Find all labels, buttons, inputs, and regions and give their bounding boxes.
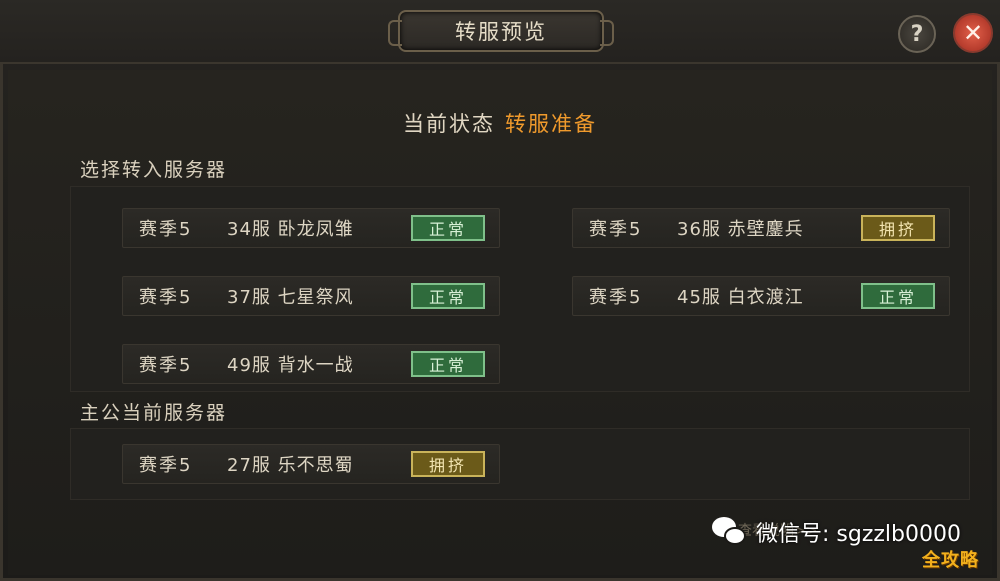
site-logo: 全攻略 [922,550,979,571]
help-button[interactable]: ? [898,15,936,53]
status-badge: 正常 [411,351,485,377]
server-name: 49服 背水一战 [227,355,354,376]
dialog-title: 转服预览 [388,10,614,52]
status-badge: 正常 [411,283,485,309]
status-value: 转服准备 [505,112,597,136]
watermark-text: 微信号: sgzzlb0000 [756,522,961,547]
season-label: 赛季5 [139,455,193,476]
server-name: 36服 赤壁鏖兵 [677,219,804,240]
status-badge: 正常 [861,283,935,309]
server-row-45[interactable]: 赛季5 45服 白衣渡江 正常 [572,276,950,316]
season-label: 赛季5 [139,355,193,376]
server-name: 34服 卧龙凤雏 [227,219,354,240]
season-label: 赛季5 [589,219,643,240]
wechat-icon [712,517,748,547]
server-row-34[interactable]: 赛季5 34服 卧龙凤雏 正常 [122,208,500,248]
server-row-49[interactable]: 赛季5 49服 背水一战 正常 [122,344,500,384]
server-name: 27服 乐不思蜀 [227,455,354,476]
server-name: 37服 七星祭风 [227,287,354,308]
current-section-title: 主公当前服务器 [80,402,228,424]
server-name: 45服 白衣渡江 [677,287,804,308]
transfer-status: 当前状态 转服准备 [0,108,1000,138]
watermark: 微信号: sgzzlb0000 [712,516,961,548]
status-badge: 拥挤 [861,215,935,241]
status-badge: 拥挤 [411,451,485,477]
status-badge: 正常 [411,215,485,241]
status-label: 当前状态 [403,112,495,136]
target-section-title: 选择转入服务器 [80,159,228,181]
season-label: 赛季5 [139,287,193,308]
server-row-37[interactable]: 赛季5 37服 七星祭风 正常 [122,276,500,316]
server-row-36[interactable]: 赛季5 36服 赤壁鏖兵 拥挤 [572,208,950,248]
season-label: 赛季5 [589,287,643,308]
current-server-row: 赛季5 27服 乐不思蜀 拥挤 [122,444,500,484]
close-button[interactable]: ✕ [953,13,993,53]
season-label: 赛季5 [139,219,193,240]
